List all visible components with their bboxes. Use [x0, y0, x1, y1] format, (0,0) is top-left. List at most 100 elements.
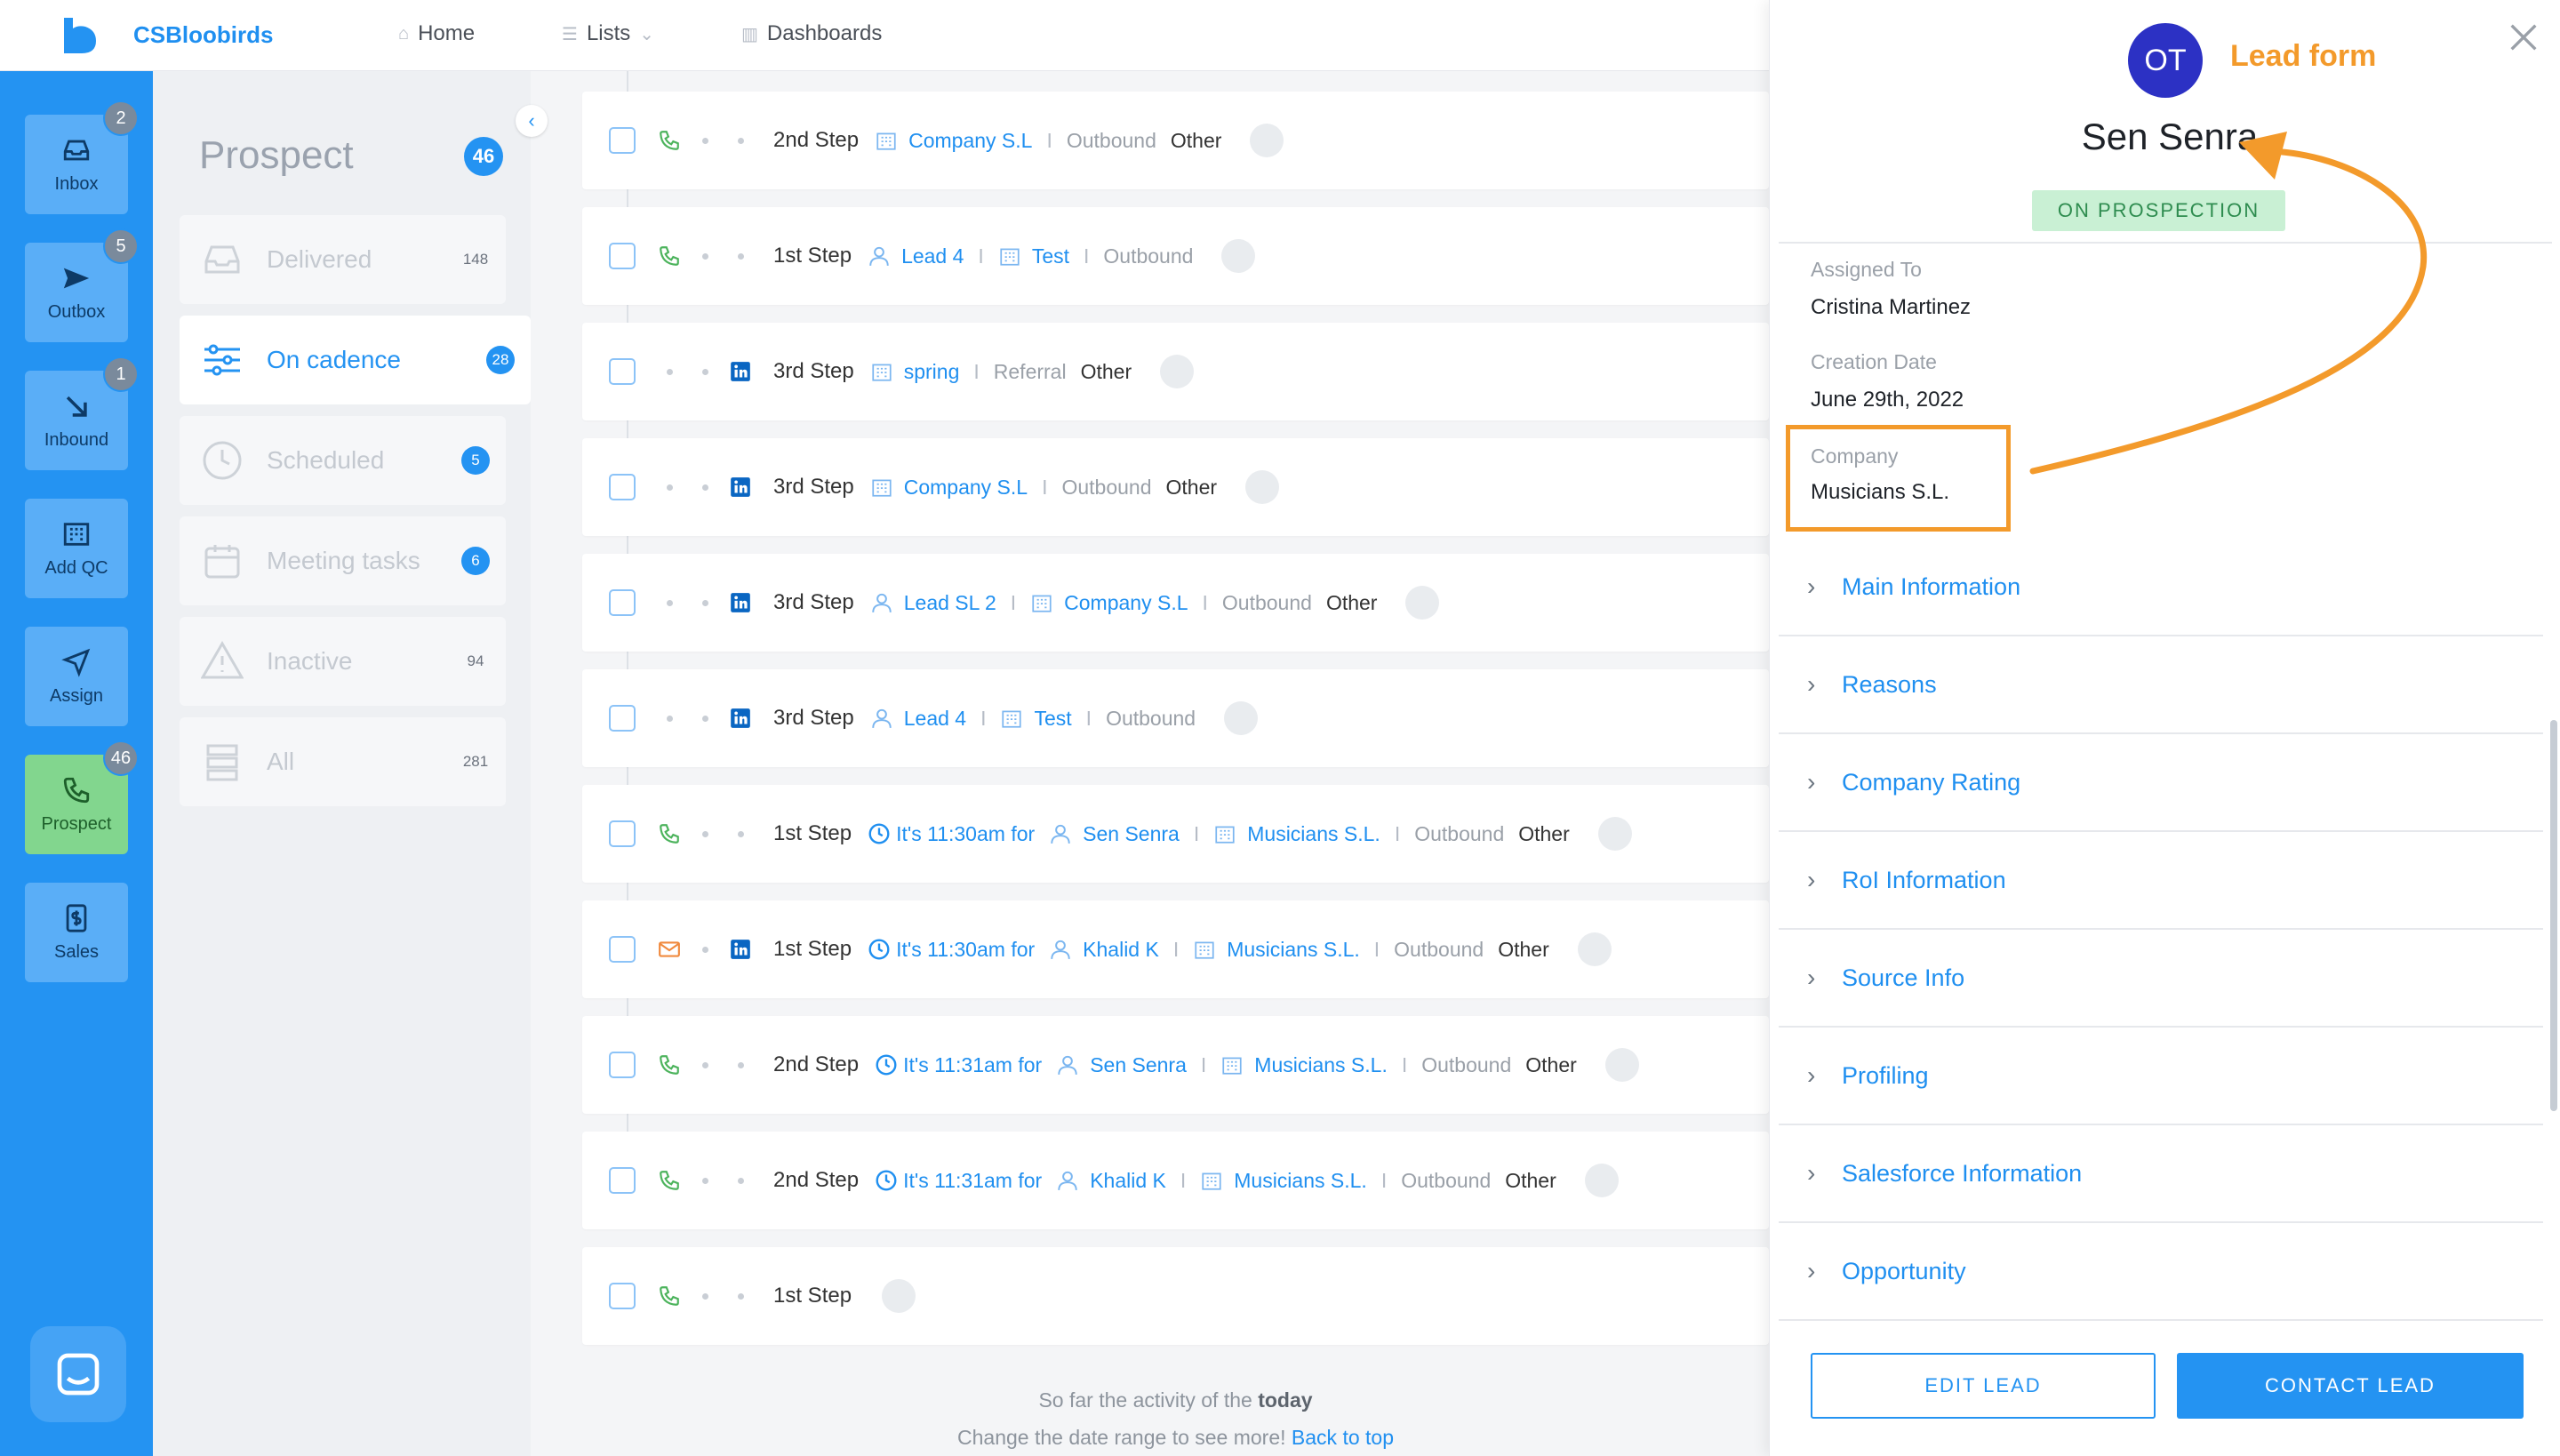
chat-launcher-button[interactable] [30, 1326, 126, 1422]
lead-link[interactable]: Sen Senra [1056, 1053, 1187, 1077]
channel-slot [693, 1169, 716, 1192]
company-link[interactable]: Company S.L [1030, 591, 1188, 615]
task-row[interactable]: 1st Step It's 11:30am for Sen Senra I Musici… [582, 785, 1769, 883]
owner-avatar [1604, 1048, 1639, 1082]
lead-link[interactable]: Khalid K [1049, 938, 1159, 962]
accordion-section[interactable]: › Reasons [1779, 636, 2543, 734]
accordion-section[interactable]: › Opportunity [1779, 1223, 2543, 1321]
channel-slot[interactable] [658, 1053, 681, 1076]
company-link[interactable]: Musicians S.L. [1213, 822, 1380, 846]
channel-slot[interactable] [729, 938, 752, 961]
task-checkbox[interactable] [609, 127, 636, 154]
status-badge[interactable]: ON PROSPECTION [2032, 190, 2285, 231]
channel-slot[interactable] [658, 938, 681, 961]
company-link[interactable]: Test [998, 244, 1069, 268]
lead-link[interactable]: Sen Senra [1049, 822, 1180, 846]
chevron-left-icon: ‹ [528, 109, 535, 132]
rail-prospect[interactable]: Prospect 46 [25, 740, 139, 854]
back-to-top-link[interactable]: Back to top [1292, 1426, 1394, 1449]
task-checkbox[interactable] [609, 1283, 636, 1309]
channel-slot[interactable] [658, 1284, 681, 1308]
channel-slot [693, 476, 716, 499]
collapse-subnav-button[interactable]: ‹ [516, 105, 548, 137]
company-link[interactable]: Company S.L [875, 129, 1032, 153]
rail-inbox-label: Inbox [54, 173, 99, 194]
channel-slot[interactable] [729, 707, 752, 730]
assigned-to-value[interactable]: Cristina Martinez [1811, 295, 1971, 320]
rail-inbox[interactable]: Inbox 2 [25, 100, 139, 214]
panel-scrollbar[interactable] [2550, 720, 2557, 1111]
company-link[interactable]: spring [870, 360, 959, 384]
company-link[interactable]: Company S.L [870, 476, 1028, 500]
lead-link[interactable]: Lead 4 [870, 707, 966, 731]
accordion-section[interactable]: › Company Rating [1779, 734, 2543, 832]
subnav-item-inactive[interactable]: Inactive 94 [180, 617, 506, 706]
rail-prospect-badge: 46 [103, 740, 139, 776]
task-checkbox[interactable] [609, 474, 636, 500]
lead-link[interactable]: Khalid K [1056, 1169, 1166, 1193]
task-row[interactable]: 1st Step [582, 1247, 1769, 1345]
task-checkbox[interactable] [609, 589, 636, 616]
channel-slot[interactable] [729, 591, 752, 614]
separator: I [1200, 1052, 1207, 1076]
task-row[interactable]: 2nd Step Company S.L I Outbound Other [582, 92, 1769, 189]
task-checkbox[interactable] [609, 1052, 636, 1078]
warning-icon [201, 641, 244, 679]
lead-name: Lead 4 [901, 244, 964, 268]
bloobirds-logo-icon[interactable] [60, 16, 98, 55]
task-checkbox[interactable] [609, 820, 636, 847]
company-link[interactable]: Musicians S.L. [1220, 1053, 1388, 1077]
accordion-section[interactable]: › Main Information [1779, 539, 2543, 636]
separator: I [978, 244, 984, 268]
accordion-section[interactable]: › RoI Information [1779, 832, 2543, 930]
channel-slot[interactable] [658, 1169, 681, 1192]
company-link[interactable]: Musicians S.L. [1200, 1169, 1367, 1193]
task-row[interactable]: 2nd Step It's 11:31am for Sen Senra I Musici… [582, 1016, 1769, 1114]
task-row[interactable]: 1st Step Lead 4 I Test I Outbound [582, 207, 1769, 305]
source-label: Outbound [1394, 937, 1484, 961]
subnav-item-all[interactable]: All 281 [180, 717, 506, 806]
nav-lists[interactable]: ☰ Lists ⌄ [562, 21, 654, 46]
dot [666, 599, 673, 606]
rail-outbox[interactable]: Outbox 5 [25, 228, 139, 342]
subnav-item-meeting-tasks[interactable]: Meeting tasks 6 [180, 516, 506, 605]
task-checkbox[interactable] [609, 358, 636, 385]
accordion-section[interactable]: › Profiling [1779, 1028, 2543, 1125]
task-checkbox[interactable] [609, 936, 636, 963]
channel-slot[interactable] [729, 360, 752, 383]
accordion-section[interactable]: › Salesforce Information [1779, 1125, 2543, 1223]
channel-slot[interactable] [658, 244, 681, 268]
task-checkbox[interactable] [609, 1167, 636, 1194]
company-link[interactable]: Musicians S.L. [1193, 938, 1360, 962]
task-row[interactable]: 3rd Step Lead SL 2 I Company S.L I Outbound Ot… [582, 554, 1769, 652]
task-row[interactable]: 3rd Step Lead 4 I Test I Outbound [582, 669, 1769, 767]
task-row[interactable]: 3rd Step Company S.L I Outbound Other [582, 438, 1769, 536]
task-content: 3rd Step Company S.L I Outbound Other [773, 470, 1280, 504]
company-link[interactable]: Test [1000, 707, 1072, 731]
lead-link[interactable]: Lead 4 [868, 244, 964, 268]
close-icon[interactable] [2506, 20, 2541, 55]
task-row[interactable]: 2nd Step It's 11:31am for Khalid K I Musicia… [582, 1132, 1769, 1229]
dot [701, 715, 708, 722]
nav-dashboards[interactable]: ▥ Dashboards [741, 21, 882, 46]
brand-name[interactable]: CSBloobirds [133, 21, 273, 49]
subnav-item-delivered[interactable]: Delivered 148 [180, 215, 506, 304]
nav-home[interactable]: ⌂ Home [398, 21, 475, 46]
accordion-section[interactable]: › Source Info [1779, 930, 2543, 1028]
contact-lead-button[interactable]: CONTACT LEAD [2177, 1353, 2524, 1419]
rail-assign[interactable]: Assign [25, 627, 128, 726]
task-row[interactable]: 3rd Step spring I Referral Other [582, 323, 1769, 420]
channel-slot[interactable] [658, 822, 681, 845]
rail-inbound[interactable]: Inbound 1 [25, 356, 139, 470]
rail-sales[interactable]: Sales [25, 883, 128, 982]
edit-lead-button[interactable]: EDIT LEAD [1811, 1353, 2156, 1419]
subnav-item-on-cadence[interactable]: On cadence 28 [180, 316, 531, 404]
channel-slot[interactable] [658, 129, 681, 152]
rail-add-qc[interactable]: Add QC [25, 499, 128, 598]
lead-link[interactable]: Lead SL 2 [870, 591, 996, 615]
task-checkbox[interactable] [609, 243, 636, 269]
subnav-item-scheduled[interactable]: Scheduled 5 [180, 416, 506, 505]
task-row[interactable]: 1st Step It's 11:30am for Khalid K I Musicia… [582, 900, 1769, 998]
channel-slot[interactable] [729, 476, 752, 499]
task-checkbox[interactable] [609, 705, 636, 732]
